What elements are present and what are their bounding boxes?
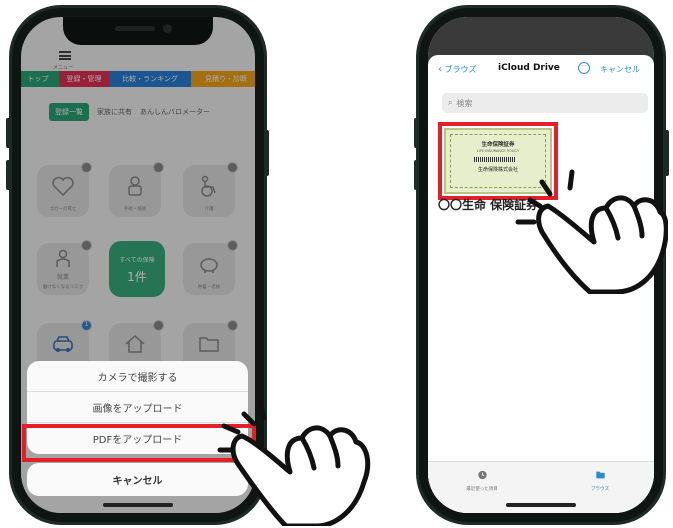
cancel-button[interactable]: キャンセル (27, 463, 248, 496)
search-icon: ⌕ (448, 98, 453, 107)
tab-label: 最近使った項目 (466, 487, 498, 492)
search-placeholder: 検索 (456, 98, 473, 108)
back-button[interactable]: ‹ ブラウズ (438, 64, 477, 75)
tab-browse[interactable]: ブラウズ (570, 470, 630, 492)
home-indicator (506, 503, 576, 507)
pointing-hand-icon (217, 399, 371, 526)
page-title: iCloud Drive (498, 63, 560, 73)
more-icon[interactable]: ··· (578, 62, 590, 74)
folder-icon (595, 471, 605, 479)
search-input[interactable]: ⌕ 検索 (442, 93, 648, 113)
back-label: ブラウズ (444, 65, 477, 74)
home-indicator (103, 503, 173, 507)
tab-recents[interactable]: 最近使った項目 (452, 470, 512, 492)
option-upload-image[interactable]: 画像をアップロード (27, 392, 248, 423)
tab-label: ブラウズ (591, 487, 609, 492)
pointing-hand-icon (515, 169, 668, 294)
files-header: ‹ ブラウズ iCloud Drive ··· キャンセル (428, 57, 654, 83)
cancel-button[interactable]: キャンセル (600, 64, 640, 75)
chevron-left-icon: ‹ (438, 64, 442, 75)
option-take-photo[interactable]: カメラで撮影する (27, 361, 248, 392)
clock-icon (477, 470, 487, 480)
